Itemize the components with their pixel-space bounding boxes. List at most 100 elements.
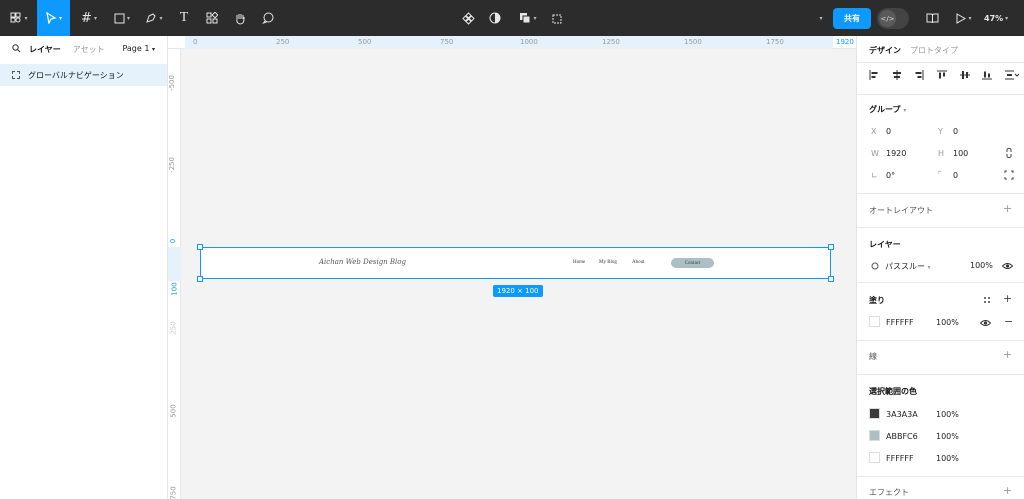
hand-tool-button[interactable]	[230, 0, 250, 36]
main-menu-button[interactable]: ▾	[4, 0, 34, 36]
corner-radius-field[interactable]: 0	[953, 171, 958, 180]
resize-handle-bottom-left[interactable]	[197, 276, 203, 282]
book-icon	[926, 13, 938, 23]
search-icon[interactable]	[12, 43, 21, 55]
resize-handle-top-right[interactable]	[828, 244, 834, 250]
resources-button[interactable]	[202, 0, 222, 36]
chevron-down-icon: ▾	[819, 14, 823, 22]
effects-title: エフェクト	[869, 488, 909, 497]
style-grid-icon[interactable]	[983, 296, 991, 306]
comment-tool-button[interactable]	[258, 0, 278, 36]
mask-button[interactable]	[486, 0, 504, 36]
crop-button[interactable]	[548, 0, 566, 36]
pen-icon	[146, 13, 157, 23]
eye-icon[interactable]	[1001, 262, 1014, 272]
height-field[interactable]: 100	[953, 149, 968, 158]
layer-section-title: レイヤー	[869, 240, 901, 249]
present-button[interactable]: ▾	[952, 0, 976, 36]
selection-color-swatch[interactable]	[869, 408, 880, 419]
tab-layers[interactable]: レイヤー	[29, 44, 61, 55]
share-button[interactable]: 共有	[833, 8, 871, 29]
x-field[interactable]: 0	[886, 127, 891, 136]
ruler-label: 1500	[684, 38, 702, 46]
figma-menu-icon	[10, 12, 21, 23]
divider	[857, 193, 1024, 194]
blend-mode-dropdown[interactable]: パススルー ▾	[885, 261, 931, 272]
add-fill-icon[interactable]: +	[1003, 293, 1012, 304]
ruler-label: 750	[440, 38, 454, 46]
selection-color-hex[interactable]: FFFFFF	[886, 454, 914, 463]
add-auto-layout-icon[interactable]: +	[1003, 203, 1012, 214]
fill-color-swatch[interactable]	[869, 316, 880, 327]
ruler-label: 0	[169, 238, 178, 244]
selection-color-swatch[interactable]	[869, 430, 880, 441]
frame-icon: #	[81, 10, 92, 26]
tab-design[interactable]: デザイン	[869, 45, 901, 56]
boolean-button[interactable]: ▾	[514, 0, 542, 36]
shape-tool-button[interactable]: ▾	[108, 0, 136, 36]
tab-assets[interactable]: アセット	[73, 44, 105, 55]
w-label: W	[871, 149, 879, 158]
chevron-down-icon: ▾	[151, 46, 155, 53]
ruler-label: 1250	[602, 38, 620, 46]
tab-prototype[interactable]: プロトタイプ	[910, 45, 958, 56]
zoom-dropdown[interactable]: 47% ▾	[984, 0, 1008, 36]
y-field[interactable]: 0	[953, 127, 958, 136]
crop-icon	[552, 14, 562, 24]
corner-radius-icon: ⌜	[938, 170, 942, 179]
independent-corners-icon[interactable]	[1004, 170, 1014, 183]
pen-tool-button[interactable]: ▾	[140, 0, 168, 36]
page-selector[interactable]: Page 1 ▾	[122, 44, 155, 53]
selection-color-opacity[interactable]: 100%	[936, 454, 959, 463]
rotation-icon: ∟	[871, 171, 878, 180]
top-toolbar: ▾ ▾ # ▾ ▾ ▾ T ▾ ▾ 共有 </> ▾ 47% ▾	[0, 0, 1024, 36]
chevron-down-icon: ▾	[1005, 14, 1009, 22]
dev-mode-toggle[interactable]: </>	[877, 8, 909, 29]
constrain-proportions-icon[interactable]	[1005, 147, 1013, 161]
selection-color-hex[interactable]: ABBFC6	[886, 432, 918, 441]
layer-item[interactable]: グローバルナビゲーション	[0, 64, 167, 86]
group-section-title[interactable]: グループ ▾	[869, 104, 906, 115]
fill-section-title: 塗り	[869, 296, 885, 305]
selection-color-opacity[interactable]: 100%	[936, 432, 959, 441]
selection-color-opacity[interactable]: 100%	[936, 410, 959, 419]
align-left-icon[interactable]	[869, 70, 879, 80]
remove-fill-icon[interactable]: −	[1004, 316, 1013, 327]
component-button[interactable]	[458, 0, 478, 36]
move-tool-button[interactable]: ▾	[37, 0, 70, 36]
divider	[857, 94, 1024, 95]
chevron-down-icon: ▾	[533, 14, 537, 22]
chevron-down-icon: ▾	[927, 264, 931, 271]
size-badge: 1920 × 100	[493, 285, 543, 297]
align-top-icon[interactable]	[936, 70, 947, 80]
rotation-field[interactable]: 0°	[886, 171, 895, 180]
library-button[interactable]	[922, 0, 942, 36]
add-stroke-icon[interactable]: +	[1003, 349, 1012, 360]
blend-mode-label: パススルー	[885, 262, 925, 271]
align-vertical-center-icon[interactable]	[959, 70, 970, 80]
contact-button-pill: Contact	[671, 258, 714, 268]
add-effect-icon[interactable]: +	[1003, 485, 1012, 496]
layer-opacity-field[interactable]: 100%	[970, 261, 993, 270]
global-navigation-frame[interactable]: Aichan Web Design Blog Home My Blog Abou…	[200, 247, 831, 279]
chevron-down-icon: ▾	[58, 14, 62, 22]
canvas[interactable]: Aichan Web Design Blog Home My Blog Abou…	[181, 49, 856, 499]
selection-color-hex[interactable]: 3A3A3A	[886, 410, 918, 419]
eye-icon[interactable]	[979, 319, 992, 329]
frame-tool-button[interactable]: # ▾	[76, 0, 102, 36]
ruler-label: 1000	[520, 38, 538, 46]
align-horizontal-center-icon[interactable]	[892, 70, 902, 80]
distribute-icon[interactable]	[1004, 70, 1019, 80]
chevron-down-icon: ▾	[159, 14, 163, 22]
text-tool-button[interactable]: T	[174, 0, 194, 36]
align-bottom-icon[interactable]	[982, 70, 993, 80]
rectangle-icon	[114, 13, 125, 23]
selection-color-swatch[interactable]	[869, 452, 880, 463]
align-right-icon[interactable]	[914, 70, 924, 80]
width-field[interactable]: 1920	[886, 149, 906, 158]
resize-handle-top-left[interactable]	[197, 244, 203, 250]
fill-opacity-field[interactable]: 100%	[936, 318, 959, 327]
fill-hex-field[interactable]: FFFFFF	[886, 318, 914, 327]
more-options-button[interactable]: ▾	[814, 0, 826, 36]
resize-handle-bottom-right[interactable]	[828, 276, 834, 282]
